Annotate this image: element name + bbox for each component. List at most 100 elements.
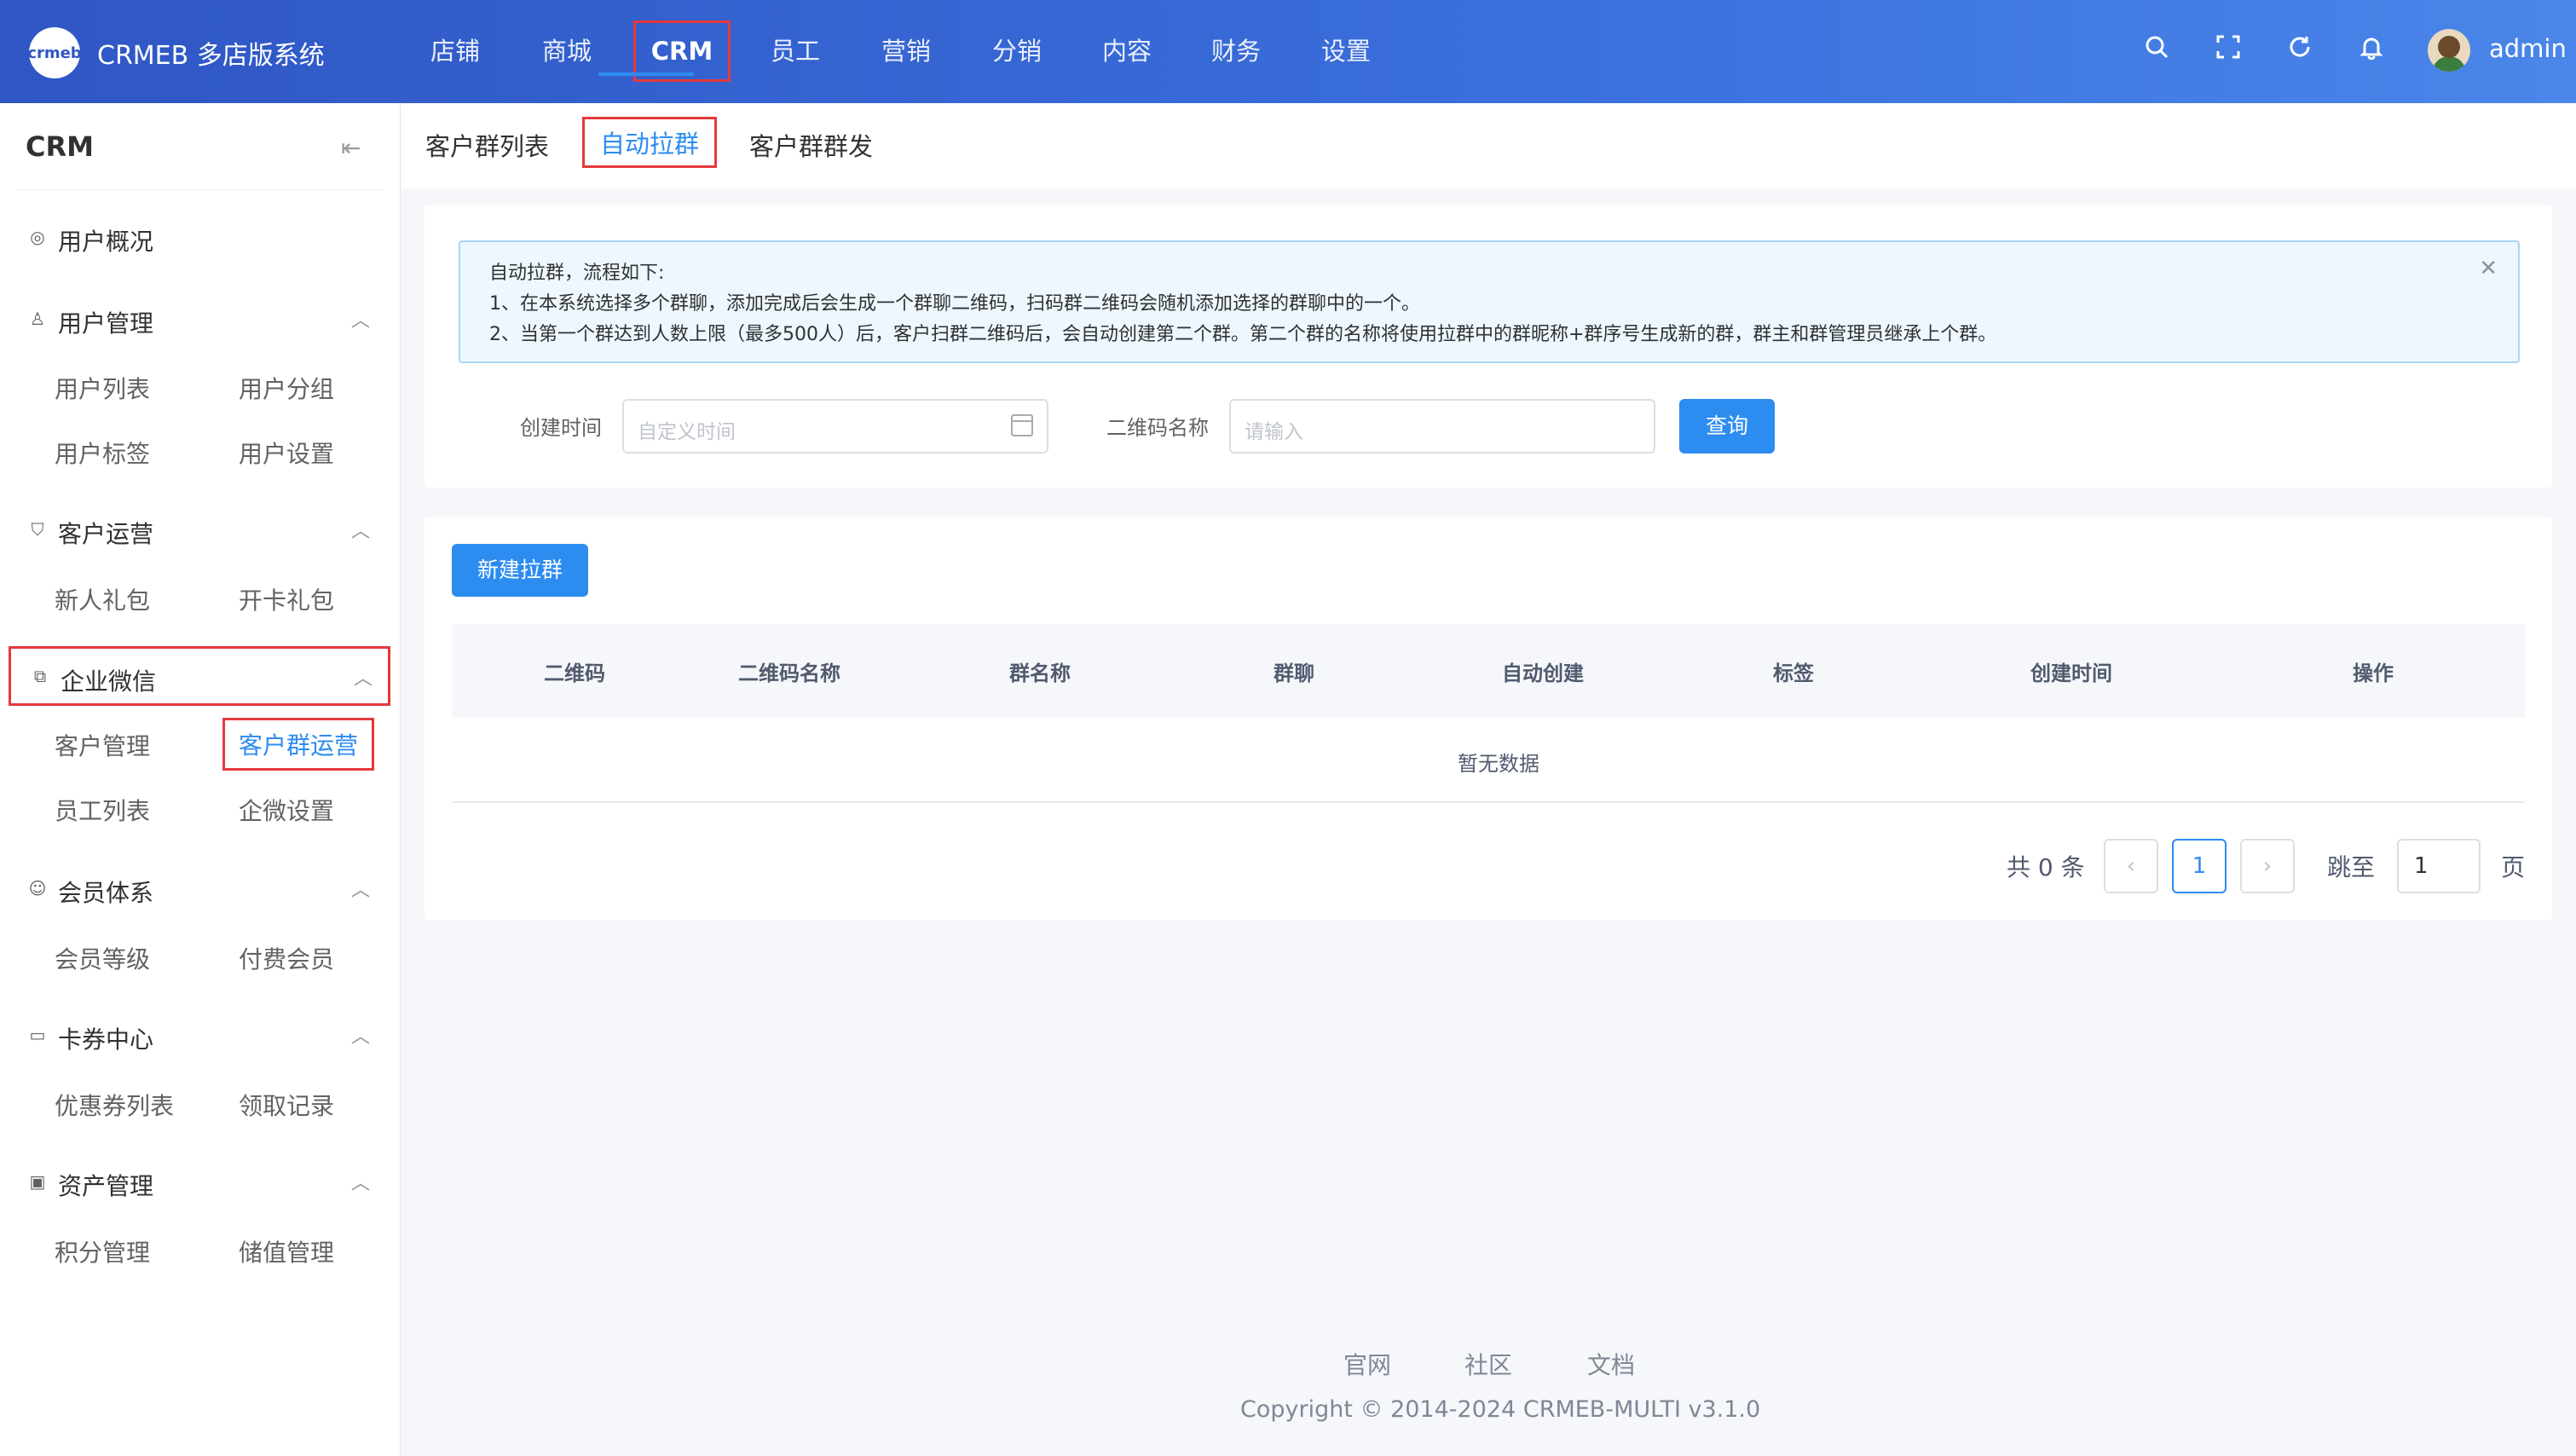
card-icon: ▭: [29, 1025, 46, 1045]
pagination-jump-label: 跳至: [2327, 853, 2376, 881]
nav-item-crm[interactable]: CRM: [624, 0, 740, 103]
nav-item-finance[interactable]: 财务: [1181, 0, 1291, 103]
chevron-up-icon: ︿: [351, 880, 371, 901]
column-auto-create: 自动创建: [1502, 662, 1584, 685]
nav-item-distribution[interactable]: 分销: [962, 0, 1072, 103]
chat-icon: ⧉: [33, 666, 47, 686]
column-tags: 标签: [1773, 662, 1814, 685]
info-alert: 自动拉群，流程如下: 1、在本系统选择多个群聊，添加完成后会生成一个群聊二维码，…: [459, 240, 2520, 363]
pagination-next-button[interactable]: ›: [2240, 839, 2295, 893]
footer-link-official[interactable]: 官网: [1343, 1347, 1391, 1381]
nav-item-settings[interactable]: 设置: [1291, 0, 1401, 103]
brand-name: CRMEB 多店版系统: [97, 41, 325, 71]
column-qr-name: 二维码名称: [738, 662, 840, 685]
nav-item-marketing[interactable]: 营销: [851, 0, 962, 103]
table-empty-row: 暂无数据: [452, 718, 2525, 803]
tabs-bar: 客户群列表 自动拉群 客户群群发: [401, 103, 2576, 188]
sidebar-group-overview[interactable]: ◎ 用户概况: [0, 211, 401, 263]
sidebar-group-asset-management[interactable]: ▣ 资产管理 ︿: [0, 1156, 401, 1207]
tab-auto-group[interactable]: 自动拉群: [582, 117, 718, 168]
dashboard-icon: ◎: [30, 227, 45, 247]
empty-text: 暂无数据: [1458, 752, 1539, 776]
pagination-prev-button[interactable]: ‹: [2104, 839, 2158, 893]
refresh-icon[interactable]: [2284, 34, 2315, 65]
pagination-page-1[interactable]: 1: [2172, 839, 2227, 893]
bell-icon[interactable]: [2356, 34, 2387, 65]
column-created-time: 创建时间: [2030, 662, 2112, 685]
sidebar-item-card-gift[interactable]: 开卡礼包: [239, 582, 334, 616]
column-qr-code: 二维码: [544, 662, 605, 685]
sidebar-item-user-list[interactable]: 用户列表: [55, 371, 150, 405]
copyright-text: Copyright © 2014-2024 CRMEB-MULTI v3.1.0: [1240, 1396, 1761, 1423]
nav-item-mall[interactable]: 商城: [510, 0, 624, 103]
sidebar-divider: [17, 189, 384, 190]
created-time-picker[interactable]: 自定义时间: [622, 399, 1048, 454]
chevron-up-icon: ︿: [351, 1173, 371, 1194]
filter-card: 自动拉群，流程如下: 1、在本系统选择多个群聊，添加完成后会生成一个群聊二维码，…: [425, 205, 2552, 488]
qr-name-input[interactable]: 请输入: [1229, 399, 1655, 454]
sidebar-item-wecom-settings[interactable]: 企微设置: [239, 793, 334, 827]
alert-step-2: 2、当第一个群达到人数上限（最多500人）后，客户扫群二维码后，会自动创建第二个…: [489, 324, 1997, 345]
sidebar-item-claim-records[interactable]: 领取记录: [239, 1088, 334, 1122]
calendar-icon: [1011, 414, 1033, 436]
chevron-up-icon: ︿: [351, 521, 371, 542]
active-tab-indicator: [598, 72, 694, 76]
tab-customer-group-list[interactable]: 客户群列表: [425, 127, 549, 163]
pagination-jump-input[interactable]: 1: [2397, 839, 2481, 893]
sidebar-item-staff-list[interactable]: 员工列表: [55, 793, 150, 827]
sidebar-item-user-tags[interactable]: 用户标签: [55, 436, 150, 470]
sidebar-item-paid-member[interactable]: 付费会员: [239, 941, 334, 975]
nav-item-content[interactable]: 内容: [1072, 0, 1181, 103]
pagination-total: 共 0 条: [2007, 853, 2085, 881]
footer-link-community[interactable]: 社区: [1464, 1347, 1512, 1381]
sidebar-item-newbie-gift[interactable]: 新人礼包: [55, 582, 150, 616]
top-header: crmeb CRMEB 多店版系统 店铺 商城 CRM 员工 营销 分销 内容 …: [0, 0, 2576, 103]
sidebar-item-customer-group-operations[interactable]: 客户群运营: [222, 718, 375, 771]
sidebar-item-user-settings[interactable]: 用户设置: [239, 436, 334, 470]
qr-name-label: 二维码名称: [1106, 416, 1209, 440]
sidebar-group-customer-operations[interactable]: ⛉ 客户运营 ︿: [0, 504, 401, 555]
created-time-label: 创建时间: [520, 416, 602, 440]
table-header: 二维码 二维码名称 群名称 群聊 自动创建 标签 创建时间 操作: [452, 624, 2525, 718]
tab-group-broadcast[interactable]: 客户群群发: [749, 127, 873, 163]
new-auto-group-button[interactable]: 新建拉群: [452, 544, 588, 597]
sidebar-item-coupon-list[interactable]: 优惠券列表: [55, 1088, 174, 1122]
sidebar-group-wecom[interactable]: ⧉ 企业微信 ︿: [9, 646, 390, 706]
fullscreen-icon[interactable]: [2213, 34, 2244, 65]
column-actions: 操作: [2353, 662, 2394, 685]
pagination-page-unit: 页: [2501, 853, 2526, 881]
chevron-up-icon: ︿: [351, 310, 371, 332]
sidebar-group-membership[interactable]: ☺ 会员体系 ︿: [0, 863, 401, 914]
search-icon[interactable]: [2141, 34, 2172, 65]
sidebar-group-coupon-center[interactable]: ▭ 卡券中心 ︿: [0, 1009, 401, 1060]
gift-icon: ⛉: [31, 519, 44, 540]
alert-step-1: 1、在本系统选择多个群聊，添加完成后会生成一个群聊二维码，扫码群二维码会随机添加…: [489, 293, 1421, 315]
username[interactable]: admin: [2489, 34, 2567, 63]
alert-title: 自动拉群，流程如下:: [489, 263, 665, 284]
sidebar-item-customer-management[interactable]: 客户管理: [55, 728, 150, 762]
crmeb-logo[interactable]: crmeb: [27, 27, 82, 78]
sidebar: CRM ⇤ ◎ 用户概况 ♙ 用户管理 ︿ 用户列表 用户分组 用户标签 用户设…: [0, 103, 401, 1456]
collapse-sidebar-icon[interactable]: ⇤: [341, 134, 361, 162]
chevron-up-icon: ︿: [351, 1026, 371, 1048]
asset-icon: ▣: [29, 1171, 46, 1192]
avatar[interactable]: [2428, 29, 2470, 72]
sidebar-item-balance-management[interactable]: 储值管理: [239, 1234, 334, 1268]
sidebar-item-user-group[interactable]: 用户分组: [239, 371, 334, 405]
column-group-name: 群名称: [1009, 662, 1071, 685]
top-nav: 店铺 商城 CRM 员工 营销 分销 内容 财务 设置: [401, 0, 1401, 103]
footer-link-docs[interactable]: 文档: [1587, 1347, 1635, 1381]
nav-item-shop[interactable]: 店铺: [401, 0, 510, 103]
search-button[interactable]: 查询: [1679, 399, 1775, 454]
close-icon[interactable]: ✕: [2479, 256, 2498, 281]
nav-item-staff[interactable]: 员工: [740, 0, 851, 103]
sidebar-group-user-management[interactable]: ♙ 用户管理 ︿: [0, 293, 401, 344]
sidebar-item-points-management[interactable]: 积分管理: [55, 1234, 150, 1268]
column-group-chat: 群聊: [1274, 662, 1314, 685]
sidebar-title: CRM: [26, 130, 94, 163]
sidebar-item-member-level[interactable]: 会员等级: [55, 941, 150, 975]
user-icon: ♙: [30, 309, 45, 329]
chevron-up-icon: ︿: [354, 668, 373, 690]
table-card: 新建拉群 二维码 二维码名称 群名称 群聊 自动创建 标签 创建时间 操作 暂无…: [425, 517, 2552, 921]
member-icon: ☺: [28, 878, 47, 898]
